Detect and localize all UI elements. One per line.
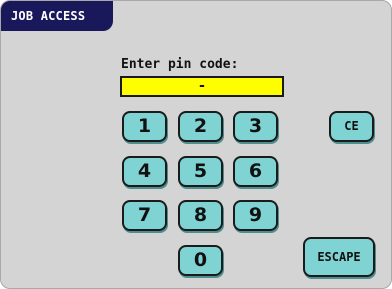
- escape-button[interactable]: ESCAPE: [303, 237, 375, 277]
- keypad-key-7[interactable]: 7: [122, 200, 167, 231]
- keypad-key-6[interactable]: 6: [233, 156, 278, 187]
- keypad-key-4[interactable]: 4: [122, 156, 167, 187]
- clear-entry-button[interactable]: CE: [329, 111, 374, 142]
- keypad-key-8[interactable]: 8: [178, 200, 223, 231]
- pin-code-label: Enter pin code:: [121, 57, 239, 72]
- pin-code-field[interactable]: -: [120, 76, 284, 97]
- job-access-screen: JOB ACCESS Enter pin code: - 1 2 3 4 5 6…: [0, 0, 392, 289]
- keypad-key-3[interactable]: 3: [233, 111, 278, 142]
- keypad-key-9[interactable]: 9: [233, 200, 278, 231]
- keypad-key-2[interactable]: 2: [178, 111, 223, 142]
- screen-title: JOB ACCESS: [1, 1, 113, 31]
- keypad-key-5[interactable]: 5: [178, 156, 223, 187]
- keypad-key-1[interactable]: 1: [122, 111, 167, 142]
- keypad-key-0[interactable]: 0: [178, 245, 223, 276]
